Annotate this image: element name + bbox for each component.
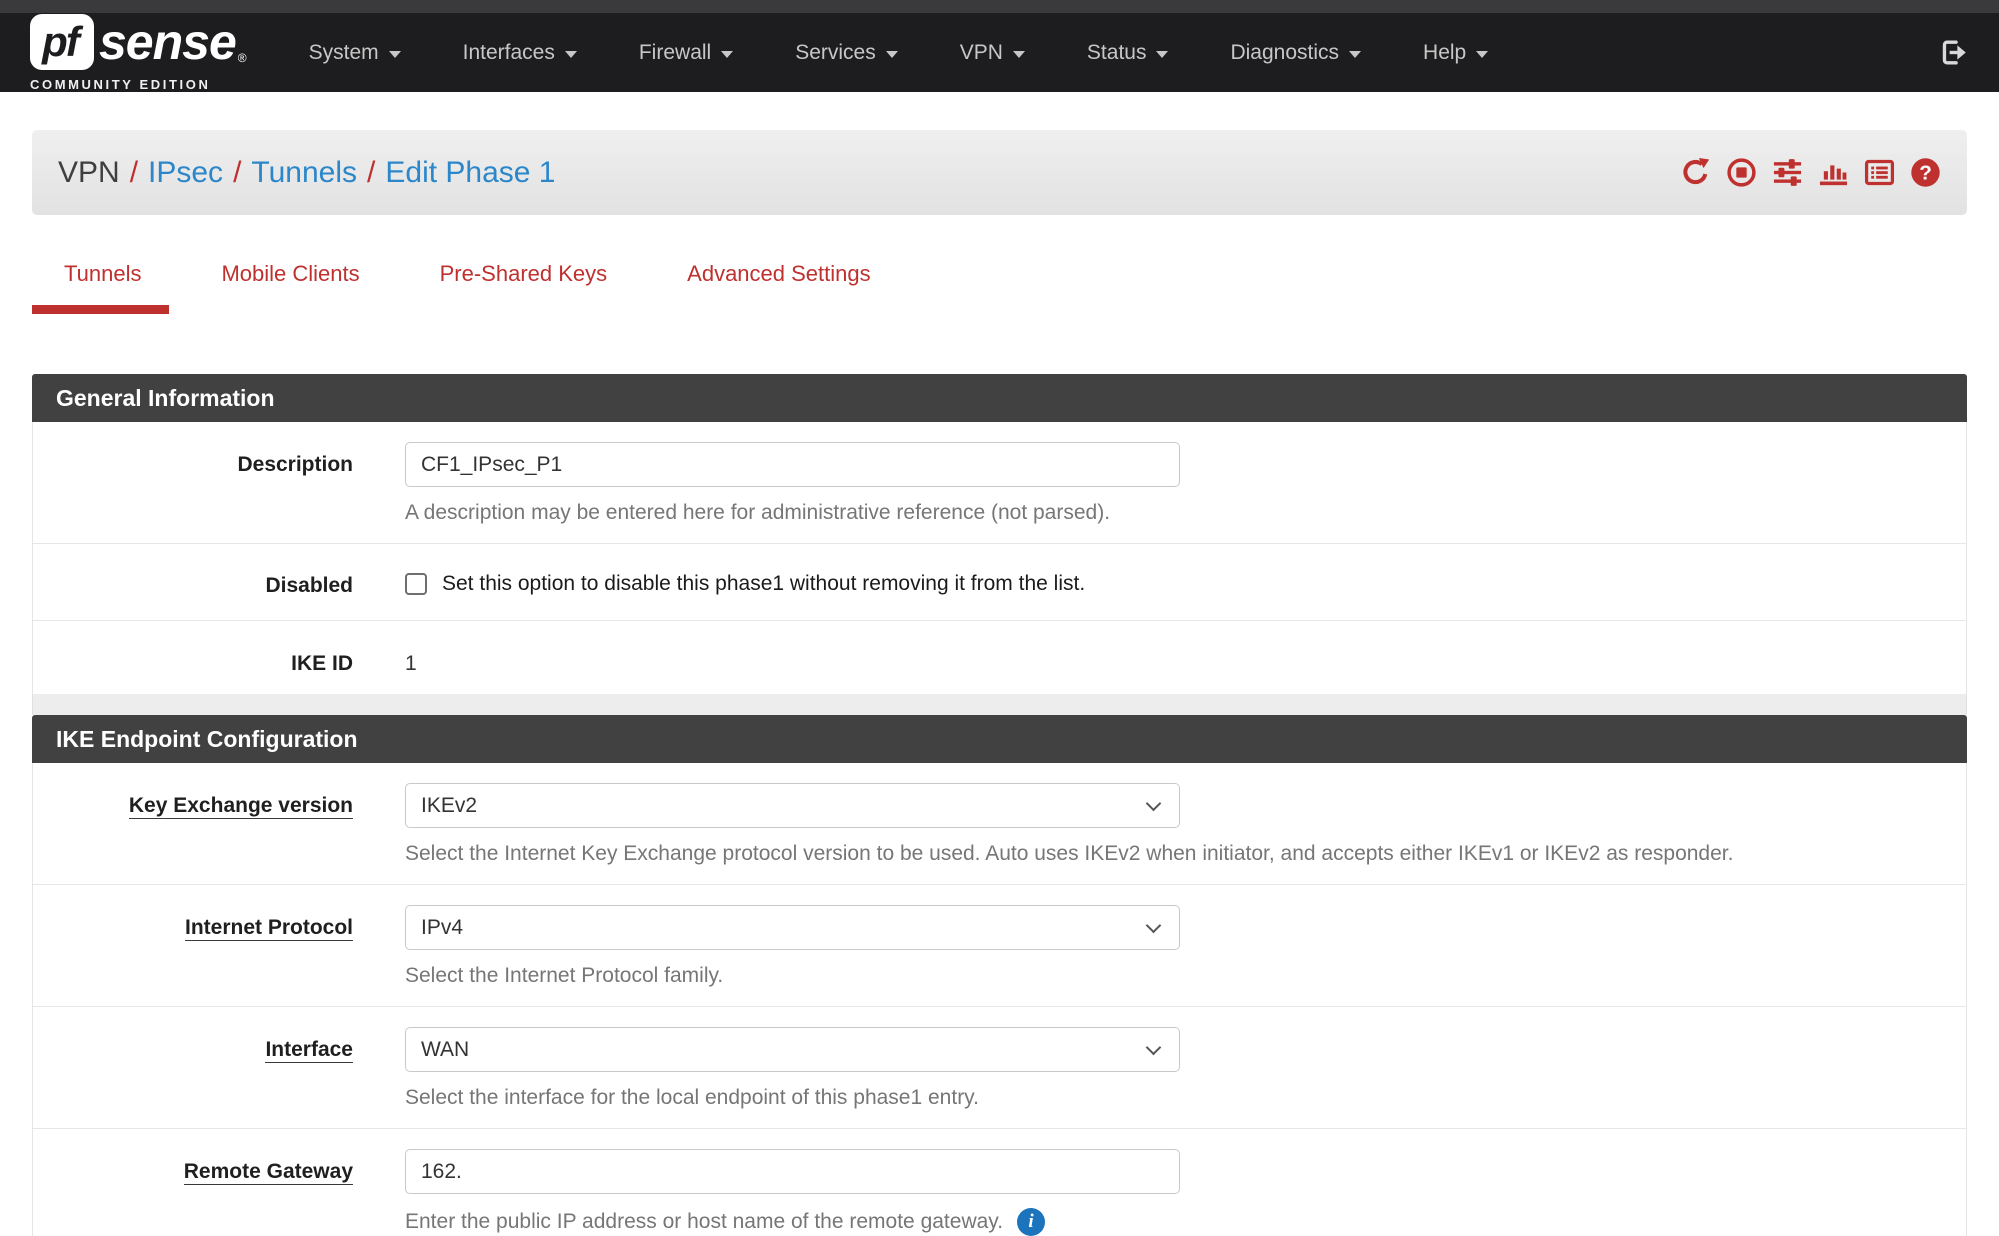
pf-logo-badge: pf xyxy=(30,14,94,70)
page-action-icons: ? xyxy=(1680,157,1941,188)
chevron-down-icon xyxy=(389,51,401,58)
panel-title-general-information: General Information xyxy=(32,374,1967,422)
remote-gateway-help-text: Enter the public IP address or host name… xyxy=(405,1210,1003,1234)
sense-logo-text: sense xyxy=(99,13,236,71)
chevron-down-icon xyxy=(1349,51,1361,58)
pfsense-logo[interactable]: pf sense ® COMMUNITY EDITION xyxy=(30,13,247,92)
ike-endpoint-configuration-panel: IKE Endpoint Configuration Key Exchange … xyxy=(32,715,1967,1236)
panel-footer xyxy=(32,694,1967,715)
breadcrumb: VPN/IPsec/Tunnels/Edit Phase 1 xyxy=(58,156,556,190)
nav-item-label: Services xyxy=(795,41,876,65)
internet-protocol-select[interactable]: IPv4 xyxy=(405,905,1180,950)
internet-protocol-label: Internet Protocol xyxy=(33,905,353,988)
subnav-tabs: Tunnels Mobile Clients Pre-Shared Keys A… xyxy=(64,261,1999,309)
internet-protocol-value: IPv4 xyxy=(421,916,463,940)
internet-protocol-label-text: Internet Protocol xyxy=(185,916,353,941)
disabled-checkbox-label: Set this option to disable this phase1 w… xyxy=(442,572,1085,596)
nav-item-label: Firewall xyxy=(639,41,711,65)
nav-item-status[interactable]: Status xyxy=(1087,41,1169,65)
pf-logo-text: pf xyxy=(42,18,78,66)
chevron-down-icon xyxy=(1146,1040,1162,1056)
panel-title-ike-endpoint-configuration: IKE Endpoint Configuration xyxy=(32,715,1967,763)
breadcrumb-link-edit-phase-1[interactable]: Edit Phase 1 xyxy=(385,156,555,189)
nav-item-vpn[interactable]: VPN xyxy=(960,41,1025,65)
description-input[interactable] xyxy=(405,442,1180,487)
window-top-strip xyxy=(0,0,1999,13)
nav-item-label: VPN xyxy=(960,41,1003,65)
interface-value: WAN xyxy=(421,1038,469,1062)
chevron-down-icon xyxy=(721,51,733,58)
key-exchange-version-select[interactable]: IKEv2 xyxy=(405,783,1180,828)
disabled-checkbox[interactable] xyxy=(405,573,427,595)
nav-item-diagnostics[interactable]: Diagnostics xyxy=(1230,41,1361,65)
tab-mobile-clients[interactable]: Mobile Clients xyxy=(221,261,359,309)
interface-label: Interface xyxy=(33,1027,353,1110)
community-edition-label: COMMUNITY EDITION xyxy=(30,77,247,92)
interface-row: Interface WAN Select the interface for t… xyxy=(33,1007,1966,1129)
internet-protocol-row: Internet Protocol IPv4 Select the Intern… xyxy=(33,885,1966,1007)
svg-text:?: ? xyxy=(1919,162,1932,185)
ike-id-label: IKE ID xyxy=(33,641,353,676)
log-list-icon[interactable] xyxy=(1864,157,1895,188)
chevron-down-icon xyxy=(1476,51,1488,58)
help-icon[interactable]: ? xyxy=(1910,157,1941,188)
remote-gateway-label: Remote Gateway xyxy=(33,1149,353,1236)
key-exchange-version-label-text: Key Exchange version xyxy=(129,794,353,819)
internet-protocol-help-text: Select the Internet Protocol family. xyxy=(405,964,1966,988)
nav-item-system[interactable]: System xyxy=(309,41,401,65)
stop-circle-icon[interactable] xyxy=(1726,157,1757,188)
key-exchange-version-label: Key Exchange version xyxy=(33,783,353,866)
chevron-down-icon xyxy=(1146,918,1162,934)
registered-mark: ® xyxy=(238,51,247,65)
info-icon[interactable] xyxy=(1017,1208,1045,1236)
interface-label-text: Interface xyxy=(265,1038,353,1063)
breadcrumb-separator: / xyxy=(357,156,385,189)
description-row: Description A description may be entered… xyxy=(33,422,1966,544)
disabled-label: Disabled xyxy=(33,564,353,602)
nav-item-firewall[interactable]: Firewall xyxy=(639,41,733,65)
bar-chart-icon[interactable] xyxy=(1818,157,1849,188)
general-information-panel: General Information Description A descri… xyxy=(32,374,1967,715)
breadcrumb-separator: / xyxy=(223,156,251,189)
ike-id-row: IKE ID 1 xyxy=(33,621,1966,694)
description-label: Description xyxy=(33,442,353,525)
breadcrumb-link-tunnels[interactable]: Tunnels xyxy=(251,156,357,189)
key-exchange-version-row: Key Exchange version IKEv2 Select the In… xyxy=(33,763,1966,885)
sliders-icon[interactable] xyxy=(1772,157,1803,188)
nav-item-label: Interfaces xyxy=(463,41,555,65)
chevron-down-icon xyxy=(886,51,898,58)
remote-gateway-label-text: Remote Gateway xyxy=(184,1160,353,1185)
remote-gateway-row: Remote Gateway Enter the public IP addre… xyxy=(33,1129,1966,1236)
chevron-down-icon xyxy=(565,51,577,58)
sign-out-icon[interactable] xyxy=(1938,37,1969,68)
navbar-menu: System Interfaces Firewall Services VPN … xyxy=(309,41,1489,65)
ike-id-value: 1 xyxy=(405,641,1966,676)
nav-item-services[interactable]: Services xyxy=(795,41,898,65)
breadcrumb-link-ipsec[interactable]: IPsec xyxy=(148,156,223,189)
nav-item-label: Diagnostics xyxy=(1230,41,1339,65)
nav-item-help[interactable]: Help xyxy=(1423,41,1488,65)
key-exchange-version-value: IKEv2 xyxy=(421,794,477,818)
remote-gateway-input[interactable] xyxy=(405,1149,1180,1194)
disabled-row: Disabled Set this option to disable this… xyxy=(33,544,1966,621)
tab-tunnels[interactable]: Tunnels xyxy=(64,261,141,309)
interface-help-text: Select the interface for the local endpo… xyxy=(405,1086,1966,1110)
breadcrumb-bar: VPN/IPsec/Tunnels/Edit Phase 1 xyxy=(32,130,1967,215)
chevron-down-icon xyxy=(1146,796,1162,812)
breadcrumb-vpn: VPN xyxy=(58,156,120,189)
refresh-icon[interactable] xyxy=(1680,157,1711,188)
key-exchange-version-help-text: Select the Internet Key Exchange protoco… xyxy=(405,842,1966,866)
tab-advanced-settings[interactable]: Advanced Settings xyxy=(687,261,870,309)
nav-item-label: Status xyxy=(1087,41,1147,65)
tab-pre-shared-keys[interactable]: Pre-Shared Keys xyxy=(440,261,608,309)
interface-select[interactable]: WAN xyxy=(405,1027,1180,1072)
nav-item-interfaces[interactable]: Interfaces xyxy=(463,41,577,65)
nav-item-label: Help xyxy=(1423,41,1466,65)
chevron-down-icon xyxy=(1013,51,1025,58)
nav-item-label: System xyxy=(309,41,379,65)
main-navbar: pf sense ® COMMUNITY EDITION System Inte… xyxy=(0,13,1999,92)
description-help-text: A description may be entered here for ad… xyxy=(405,501,1966,525)
chevron-down-icon xyxy=(1156,51,1168,58)
breadcrumb-separator: / xyxy=(120,156,148,189)
